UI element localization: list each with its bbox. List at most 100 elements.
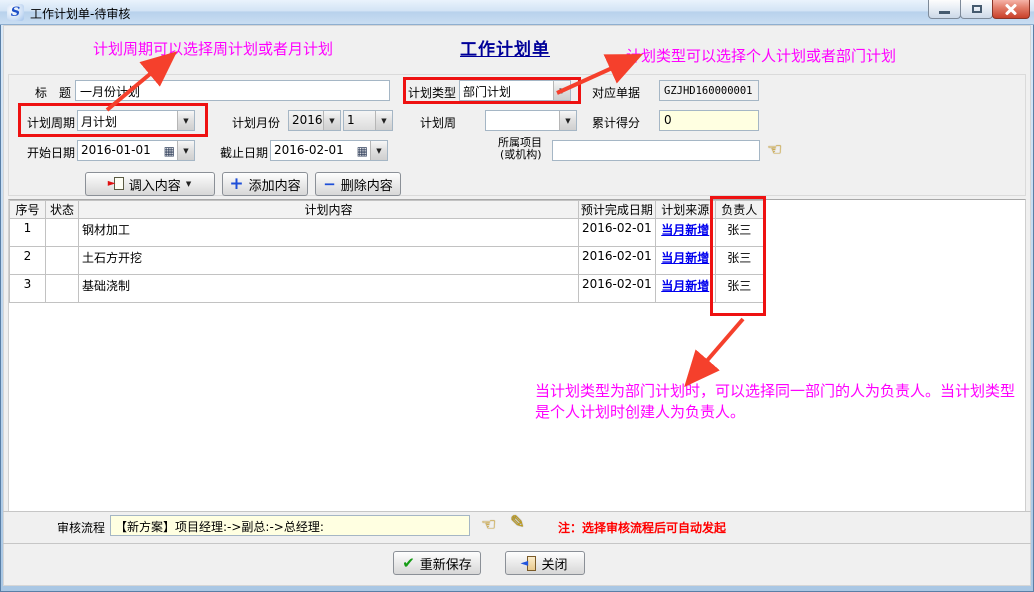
end-date-value: 2016-02-01 — [271, 141, 357, 160]
chevron-down-icon[interactable]: ▼ — [553, 81, 570, 100]
start-date-picker[interactable]: 2016-01-01 ▦ ▼ — [77, 140, 195, 161]
hand-pointer-icon[interactable]: ☜ — [767, 140, 782, 160]
title-label: 标 题 — [35, 84, 71, 101]
table-row: 1 钢材加工 2016-02-01 当月新增 张三 — [10, 219, 764, 247]
check-icon: ✔ — [402, 554, 415, 572]
plan-items-grid: 序号 状态 计划内容 预计完成日期 计划来源 负责人 1 钢材加工 2016-0… — [8, 199, 1026, 511]
page-title: 工作计划单 — [460, 35, 550, 60]
minimize-button[interactable] — [928, 0, 961, 19]
exit-door-icon: ◄ — [522, 556, 536, 571]
close-window-button[interactable] — [992, 0, 1030, 19]
delete-content-button[interactable]: − 删除内容 — [315, 172, 401, 196]
chevron-down-icon[interactable]: ▼ — [559, 111, 576, 130]
start-date-label: 开始日期 — [27, 144, 75, 161]
cell-content[interactable]: 基础浇制 — [79, 275, 579, 303]
add-content-button[interactable]: + 添加内容 — [222, 172, 308, 196]
chevron-down-icon[interactable]: ▼ — [177, 111, 194, 130]
score-field[interactable]: 0 — [659, 110, 759, 131]
cell-seq: 2 — [10, 247, 46, 275]
delete-content-label: 删除内容 — [341, 175, 393, 194]
col-owner: 负责人 — [715, 201, 763, 219]
col-seq: 序号 — [10, 201, 46, 219]
source-link[interactable]: 当月新增 — [661, 251, 709, 265]
cell-status — [46, 247, 79, 275]
cell-owner[interactable]: 张三 — [715, 275, 763, 303]
source-link[interactable]: 当月新增 — [661, 223, 709, 237]
cell-content[interactable]: 钢材加工 — [79, 219, 579, 247]
save-button-label: 重新保存 — [420, 554, 472, 573]
cell-seq: 1 — [10, 219, 46, 247]
maximize-button[interactable] — [960, 0, 993, 19]
project-input[interactable] — [552, 140, 760, 161]
end-date-label: 截止日期 — [220, 144, 268, 161]
plus-icon: + — [229, 178, 243, 191]
table-row: 2 土石方开挖 2016-02-01 当月新增 张三 — [10, 247, 764, 275]
col-content: 计划内容 — [79, 201, 579, 219]
col-source: 计划来源 — [655, 201, 715, 219]
approval-flow-label: 审核流程 — [57, 519, 105, 536]
plan-week-select[interactable]: ▼ — [485, 110, 577, 131]
cell-status — [46, 219, 79, 247]
annotation-owner: 当计划类型为部门计划时，可以选择同一部门的人为负责人。当计划类型是个人计划时创建… — [535, 381, 1017, 423]
cell-due-date[interactable]: 2016-02-01 — [579, 275, 656, 303]
app-icon: S — [7, 4, 24, 21]
plan-month-value: 1 — [344, 111, 375, 130]
table-header-row: 序号 状态 计划内容 预计完成日期 计划来源 负责人 — [10, 201, 764, 219]
cell-seq: 3 — [10, 275, 46, 303]
hand-pointer-icon[interactable]: ☜ — [481, 515, 496, 535]
col-due-date: 预计完成日期 — [579, 201, 656, 219]
app-window: S 工作计划单-待审核 计划周期可以选择周计划或者月计划 工作计划单 计划类型可… — [0, 0, 1034, 592]
save-button[interactable]: ✔ 重新保存 — [393, 551, 481, 575]
plan-year-select[interactable]: 2016 ▼ — [288, 110, 341, 131]
minimize-icon — [939, 11, 950, 14]
add-content-label: 添加内容 — [249, 175, 301, 194]
window-titlebar[interactable]: S 工作计划单-待审核 — [0, 0, 1034, 25]
plan-cycle-select[interactable]: 月计划 ▼ — [77, 110, 195, 131]
start-date-value: 2016-01-01 — [78, 141, 164, 160]
col-status: 状态 — [46, 201, 79, 219]
table-row: 3 基础浇制 2016-02-01 当月新增 张三 — [10, 275, 764, 303]
import-document-icon: ► — [109, 177, 124, 191]
close-icon — [1005, 4, 1017, 14]
doc-no-field: GZJHD160000001 — [659, 80, 759, 101]
chevron-down-icon[interactable]: ▼ — [375, 111, 392, 130]
close-button-label: 关闭 — [541, 554, 567, 573]
cell-due-date[interactable]: 2016-02-01 — [579, 247, 656, 275]
annotation-plan-cycle: 计划周期可以选择周计划或者月计划 — [93, 38, 333, 59]
source-link[interactable]: 当月新增 — [661, 279, 709, 293]
close-button[interactable]: ◄ 关闭 — [505, 551, 585, 575]
maximize-icon — [972, 5, 982, 13]
plan-type-select[interactable]: 部门计划 ▼ — [459, 80, 571, 101]
import-content-label: 调入内容 — [129, 175, 181, 194]
plan-month-select[interactable]: 1 ▼ — [343, 110, 393, 131]
plan-month-label: 计划月份 — [232, 114, 280, 131]
cell-status — [46, 275, 79, 303]
pencil-edit-icon[interactable]: ✎ — [510, 512, 525, 533]
plan-cycle-value: 月计划 — [78, 111, 177, 130]
minus-icon: − — [323, 178, 336, 191]
cell-owner[interactable]: 张三 — [715, 219, 763, 247]
plan-type-value: 部门计划 — [460, 81, 553, 100]
divider — [3, 543, 1031, 544]
cell-owner[interactable]: 张三 — [715, 247, 763, 275]
cell-content[interactable]: 土石方开挖 — [79, 247, 579, 275]
end-date-picker[interactable]: 2016-02-01 ▦ ▼ — [270, 140, 388, 161]
chevron-down-icon[interactable]: ▼ — [370, 141, 387, 160]
chevron-down-icon[interactable]: ▼ — [177, 141, 194, 160]
window-controls — [929, 0, 1030, 19]
approval-flow-field[interactable]: 【新方案】项目经理:->副总:->总经理: — [110, 515, 470, 536]
approval-note: 注：选择审核流程后可自动发起 — [558, 519, 726, 536]
doc-no-label: 对应单据 — [592, 84, 640, 101]
calendar-icon: ▦ — [357, 141, 370, 160]
chevron-down-icon[interactable]: ▼ — [323, 111, 340, 130]
plan-week-label: 计划周 — [420, 114, 456, 131]
calendar-icon: ▦ — [164, 141, 177, 160]
app-icon-glyph: S — [11, 5, 20, 20]
cell-due-date[interactable]: 2016-02-01 — [579, 219, 656, 247]
project-label-line1: 所属项目 — [498, 137, 542, 148]
title-input[interactable]: 一月份计划 — [75, 80, 390, 101]
import-content-button[interactable]: ► 调入内容 ▼ — [85, 172, 215, 196]
window-title: 工作计划单-待审核 — [30, 5, 130, 22]
annotation-plan-type: 计划类型可以选择个人计划或者部门计划 — [626, 45, 896, 66]
plan-year-value: 2016 — [289, 111, 323, 130]
